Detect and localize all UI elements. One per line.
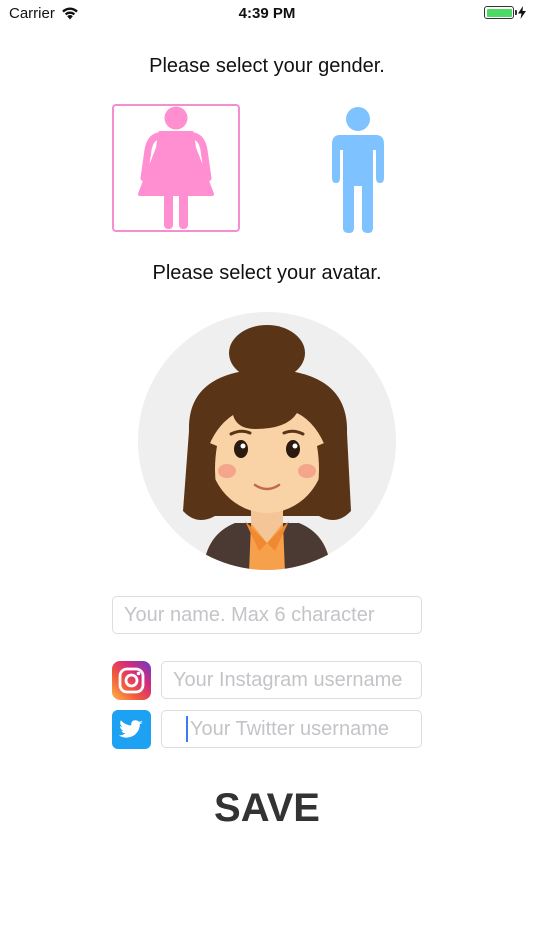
save-button[interactable]: SAVE bbox=[167, 780, 367, 836]
female-option[interactable] bbox=[112, 104, 240, 232]
twitter-icon bbox=[112, 710, 151, 749]
male-option[interactable] bbox=[293, 104, 421, 233]
battery-icon bbox=[484, 6, 517, 19]
gender-prompt: Please select your gender. bbox=[149, 55, 385, 77]
charging-bolt-icon bbox=[518, 6, 526, 19]
instagram-username-field[interactable] bbox=[161, 661, 422, 699]
text-cursor bbox=[186, 716, 188, 742]
male-figure-icon bbox=[332, 107, 384, 233]
avatar-girl-illustration bbox=[138, 312, 396, 570]
clock: 4:39 PM bbox=[238, 5, 296, 22]
twitter-username-field[interactable] bbox=[161, 710, 422, 748]
female-figure-icon bbox=[138, 106, 214, 229]
battery-group bbox=[484, 6, 526, 19]
avatar-selector[interactable] bbox=[137, 311, 397, 571]
avatar-prompt: Please select your avatar. bbox=[152, 262, 382, 284]
instagram-icon bbox=[112, 661, 151, 700]
name-field[interactable] bbox=[112, 596, 422, 634]
status-bar: Carrier 4:39 PM bbox=[0, 0, 534, 28]
